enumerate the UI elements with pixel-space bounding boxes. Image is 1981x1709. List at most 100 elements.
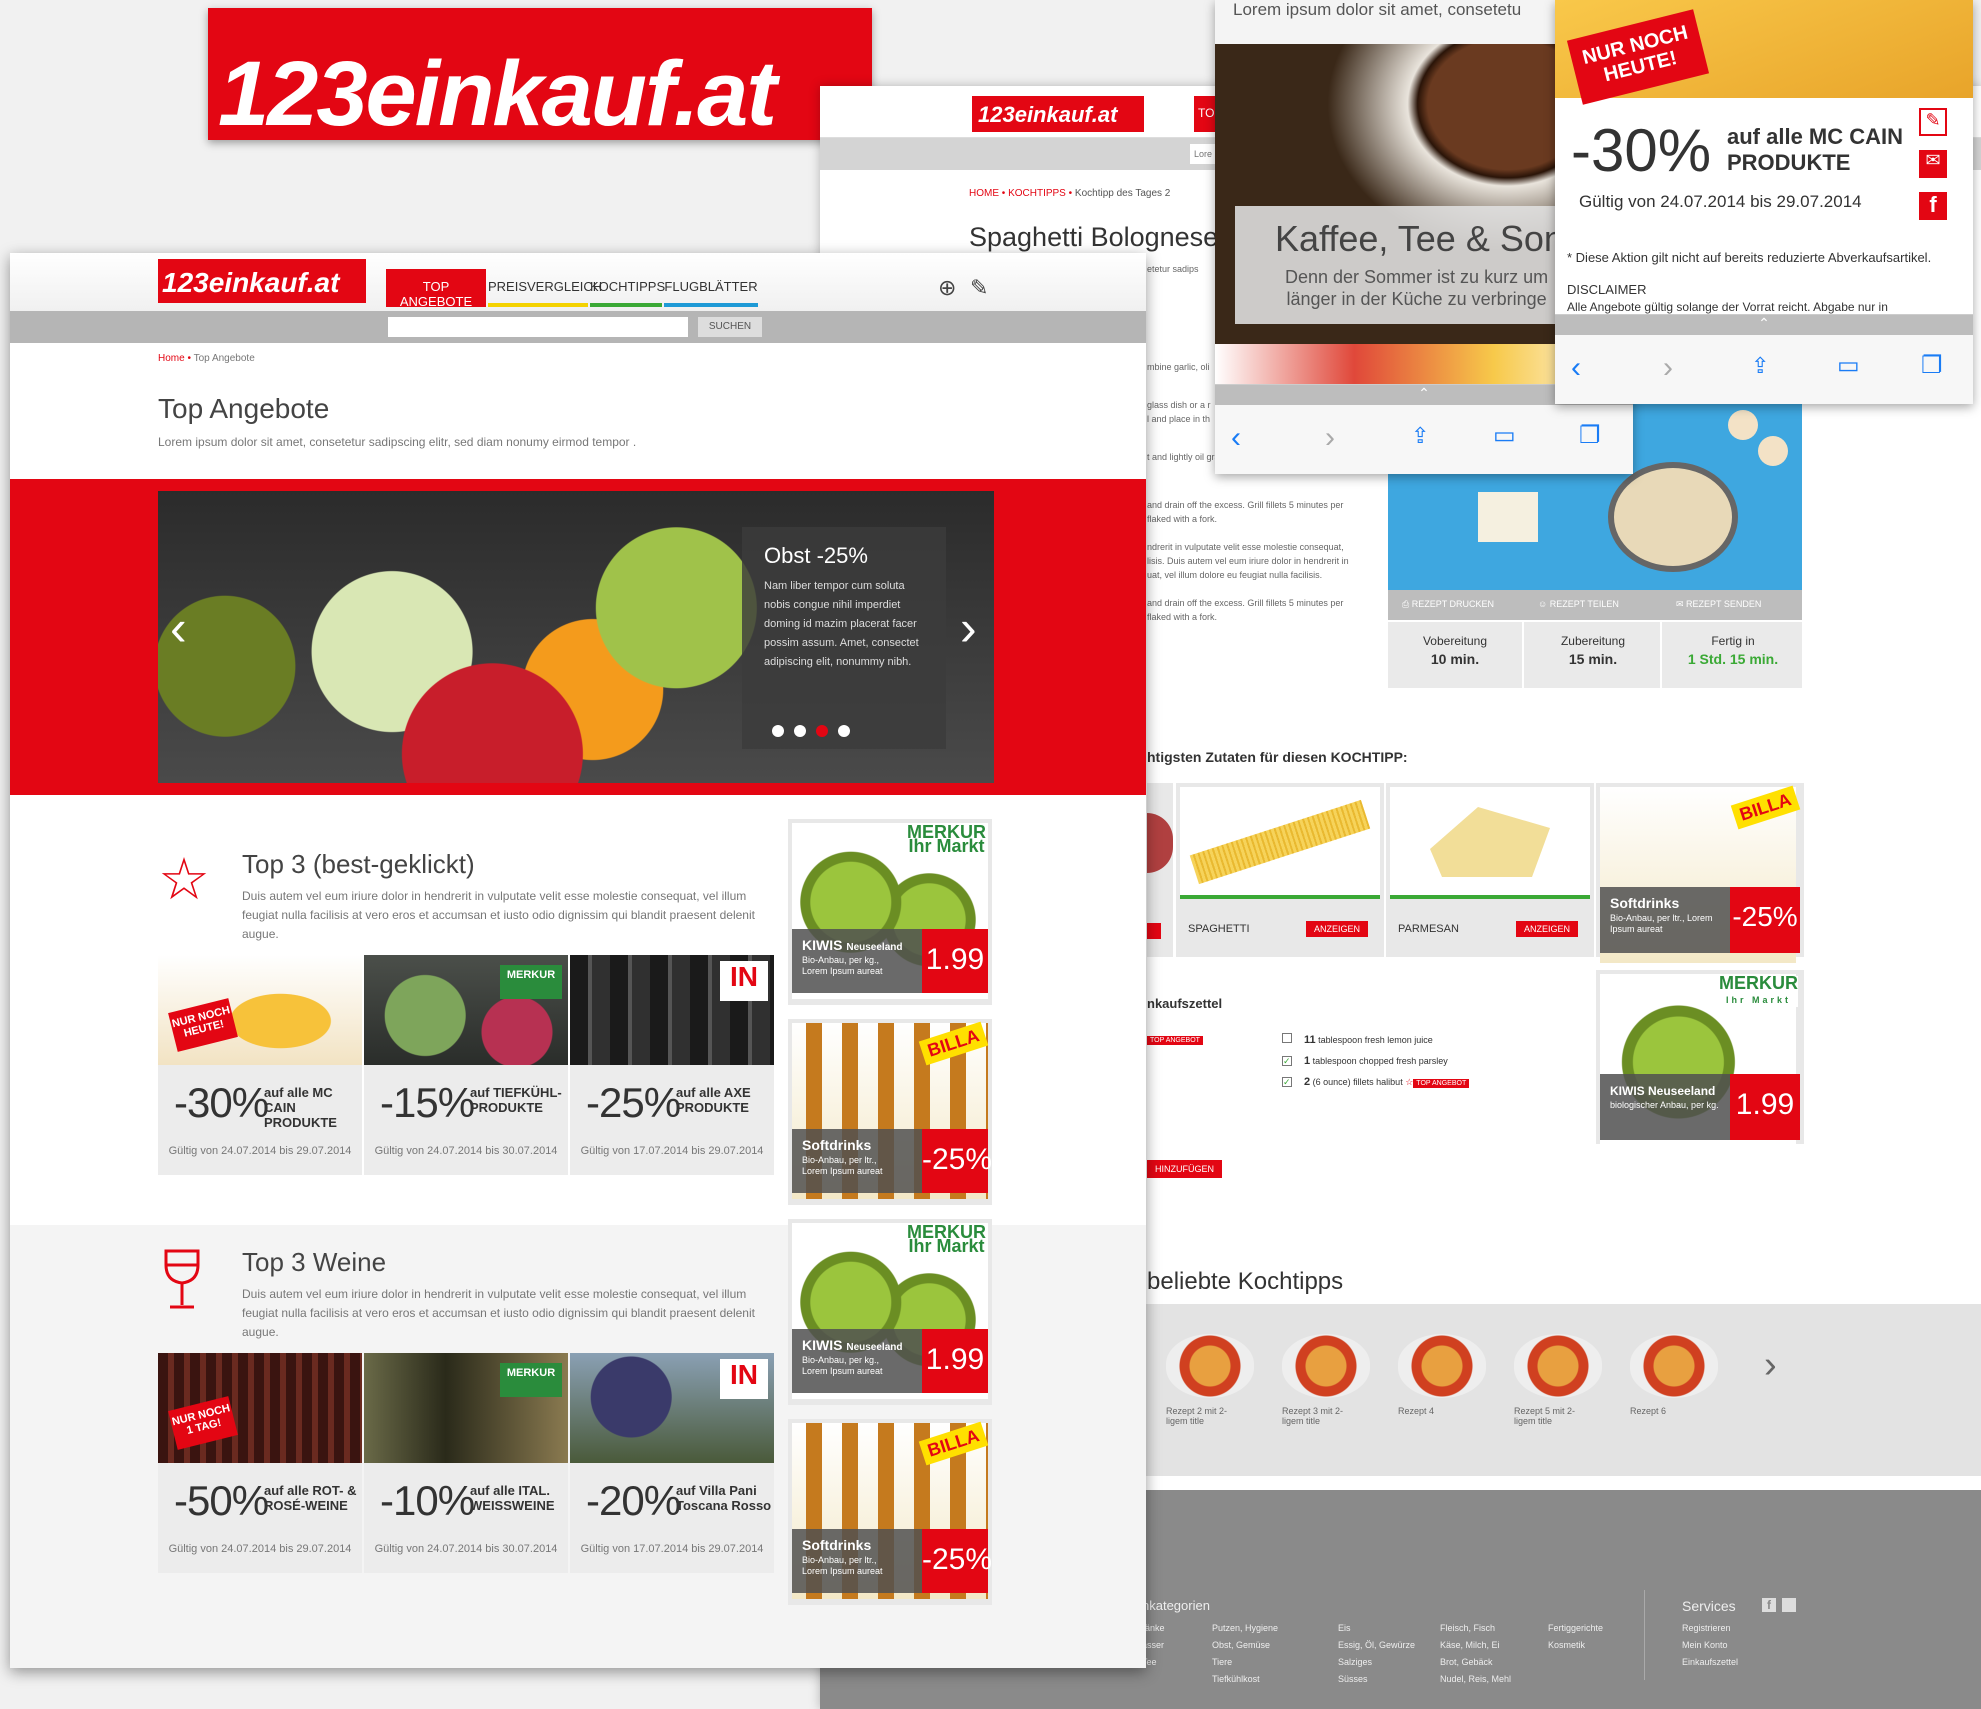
recipe-card[interactable]: Rezept 4: [1398, 1334, 1486, 1444]
promo-card[interactable]: MERKUR -15% auf TIEFKÜHL- PRODUKTE Gülti…: [364, 955, 568, 1175]
item-qty: 11: [1304, 1034, 1316, 1046]
slider-dot[interactable]: [838, 725, 850, 737]
facebook-icon[interactable]: f: [1762, 1598, 1776, 1612]
interspar-badge: IN: [720, 1359, 768, 1399]
recipe-title: Rezept 2 mit 2- ligem title: [1166, 1406, 1228, 1426]
promo-percent: -25%: [586, 1079, 681, 1126]
ad-softdrinks[interactable]: BILLA Softdrinks Bio-Anbau, per ltr., Lor…: [788, 1419, 992, 1605]
back-icon[interactable]: ‹: [1571, 353, 1581, 383]
crumb-kochtipps[interactable]: KOCHTIPPS: [1008, 188, 1066, 199]
carousel-next-icon[interactable]: ›: [1764, 1344, 1777, 1387]
checkbox[interactable]: ✓: [1282, 1056, 1292, 1066]
tabs-icon[interactable]: ❐: [1921, 351, 1943, 381]
ingredient-card-spaghetti[interactable]: SPAGHETTI ANZEIGEN: [1176, 783, 1384, 957]
toolbar-handle[interactable]: ⌃: [1555, 315, 1973, 335]
time-label: Vobereitung: [1422, 634, 1488, 648]
crumb-home[interactable]: Home: [158, 353, 185, 364]
search-button[interactable]: SUCHEN: [698, 317, 762, 337]
back-icon[interactable]: ‹: [1231, 423, 1241, 453]
twitter-icon[interactable]: [1782, 1598, 1796, 1612]
ad-kiwis[interactable]: MERKUR Ihr Markt KIWIS Neuseeland Bio-Anb…: [788, 819, 992, 1005]
back-logo[interactable]: 123einkauf.at: [972, 96, 1144, 132]
weine-title: Top 3 Weine: [242, 1247, 387, 1277]
crumb-current: Top Angebote: [193, 353, 255, 364]
search-input[interactable]: [388, 317, 688, 337]
ad-sub: Bio-Anbau, per kg., Lorem Ipsum aureat: [802, 1355, 883, 1376]
slider-next-icon[interactable]: ›: [960, 599, 977, 657]
merkur-badge: MERKUR Ihr Markt: [907, 822, 986, 856]
checkbox[interactable]: ✓: [1282, 1077, 1292, 1087]
promo-valid: Gültig von 24.07.2014 bis 29.07.2014: [168, 1145, 352, 1157]
promo-card[interactable]: NUR NOCH 1 TAG! -50% auf alle ROT- & ROS…: [158, 1353, 362, 1573]
footer-col[interactable]: Putzen, Hygiene Obst, Gemüse Tiere Tiefk…: [1212, 1620, 1278, 1688]
recipe-card[interactable]: Rezept 2 mit 2- ligem title: [1166, 1334, 1254, 1444]
ad-kiwis[interactable]: MERKUR Ihr Markt KIWIS Neuseeland Bio-Anb…: [788, 1219, 992, 1405]
promo-card[interactable]: MERKUR -10% auf alle ITAL. WEISSWEINE Gü…: [364, 1353, 568, 1573]
footer-col[interactable]: Fleisch, Fisch Käse, Milch, Ei Brot, Geb…: [1440, 1620, 1511, 1688]
recipe-card[interactable]: Rezept 3 mit 2- ligem title: [1282, 1334, 1370, 1444]
time-label: Zubereitung: [1560, 634, 1626, 648]
print-label: REZEPT DRUCKEN: [1411, 599, 1495, 609]
ad-softdrinks[interactable]: BILLA Softdrinks Bio-Anbau, per ltr., Lor…: [1596, 783, 1804, 963]
recipe-card[interactable]: Rezept 6: [1630, 1334, 1718, 1444]
forward-icon[interactable]: ›: [1663, 353, 1673, 383]
globe-icon[interactable]: ⊕: [938, 275, 956, 301]
footer-col[interactable]: Eis Essig, Öl, Gewürze Salziges Süsses: [1338, 1620, 1415, 1688]
nav-top-angebote[interactable]: TOP ANGEBOTE: [386, 269, 486, 309]
promo-desc: auf TIEFKÜHL- PRODUKTE: [470, 1085, 562, 1115]
show-ingredient-button[interactable]: ANZEIGEN: [1516, 921, 1579, 937]
ingredient-card-parmesan[interactable]: PARMESAN ANZEIGEN: [1386, 783, 1594, 957]
logo[interactable]: 123einkauf.at: [158, 259, 366, 303]
promo-card[interactable]: NUR NOCH HEUTE! -30% auf alle MC CAIN PR…: [158, 955, 362, 1175]
nav-flugblaetter[interactable]: FLUGBLÄTTER: [664, 269, 758, 307]
shopping-item[interactable]: 11 tablespoon fresh lemon juice: [1282, 1030, 1469, 1051]
shopping-item[interactable]: ✓ 1 tablespoon chopped fresh parsley: [1282, 1051, 1469, 1072]
forward-icon[interactable]: ›: [1325, 423, 1335, 453]
ad-price: 1.99: [922, 1329, 988, 1393]
crumb-home[interactable]: HOME: [969, 188, 999, 199]
top-angebote-page: 123einkauf.at TOP ANGEBOTE PREISVERGLEIC…: [10, 253, 1146, 1668]
facebook-icon[interactable]: f: [1919, 192, 1947, 220]
ad-softdrinks[interactable]: BILLA Softdrinks Bio-Anbau, per ltr., Lor…: [788, 1019, 992, 1205]
recipe-thumb: [1630, 1334, 1718, 1398]
promo-card[interactable]: IN -25% auf alle AXE PRODUKTE Gültig von…: [570, 955, 774, 1175]
slider-dot-active[interactable]: [816, 725, 828, 737]
tabs-icon[interactable]: ❐: [1579, 421, 1601, 451]
share-icon[interactable]: ⇪: [1411, 421, 1429, 451]
slider-caption: Obst -25% Nam liber tempor cum soluta no…: [742, 527, 946, 749]
mail-icon[interactable]: ✉: [1919, 150, 1947, 178]
back-logo-text: 123einkauf.at: [978, 102, 1118, 127]
services-links[interactable]: Registrieren Mein Konto Einkaufszettel: [1682, 1620, 1738, 1671]
edit-icon[interactable]: ✎: [1919, 108, 1947, 136]
checkbox[interactable]: [1282, 1033, 1292, 1043]
add-to-list-button[interactable]: HINZUFÜGEN: [1147, 1160, 1222, 1178]
recipe-times: Vobereitung 10 min. Zubereitung 15 min. Fe…: [1388, 622, 1802, 688]
promo-desc: auf alle MC CAIN PRODUKTE: [264, 1085, 337, 1130]
nav-preisvergleich[interactable]: PREISVERGLEICH: [488, 269, 602, 307]
recipe-card[interactable]: Rezept 5 mit 2- ligem title: [1514, 1334, 1602, 1444]
send-recipe-button[interactable]: ✉ REZEPT SENDEN: [1676, 599, 1761, 610]
footer-col[interactable]: Fertiggerichte Kosmetik: [1548, 1620, 1603, 1654]
crumb-current: Kochtipp des Tages 2: [1074, 188, 1171, 199]
bookmarks-icon[interactable]: ▭: [1493, 421, 1516, 451]
promo-card[interactable]: IN -20% auf Villa Pani Toscana Rosso Gül…: [570, 1353, 774, 1573]
promo-valid: Gültig von 24.07.2014 bis 30.07.2014: [374, 1543, 558, 1555]
slider-dot[interactable]: [772, 725, 784, 737]
bookmarks-icon[interactable]: ▭: [1837, 351, 1860, 381]
shopping-item[interactable]: ✓ 2 (6 ounce) fillets halibut ☆ TOP ANGEBO…: [1282, 1072, 1470, 1094]
merkur-badge: MERKUR Ihr Markt: [1719, 973, 1798, 1007]
ad-kiwis[interactable]: MERKUR Ihr Markt KIWIS Neuseeland biologis…: [1596, 970, 1804, 1150]
edit-icon[interactable]: ✎: [970, 275, 988, 301]
step-line: uat, vel illum dolore eu feugiat nulla f…: [1147, 570, 1323, 580]
promo-desc: auf Villa Pani Toscana Rosso: [676, 1483, 772, 1513]
slider-dots: [772, 725, 850, 737]
print-recipe-button[interactable]: ⎙ REZEPT DRUCKEN: [1402, 599, 1494, 610]
slider-prev-icon[interactable]: ‹: [170, 599, 187, 657]
share-recipe-button[interactable]: ☺ REZEPT TEILEN: [1538, 599, 1619, 609]
promo-percent: -30%: [174, 1079, 269, 1126]
nav-kochtipps[interactable]: KOCHTIPPS: [590, 269, 665, 307]
share-icon[interactable]: ⇪: [1751, 351, 1769, 381]
show-ingredient-button[interactable]: ANZEIGEN: [1306, 921, 1369, 937]
categories-heading: nkategorien: [1142, 1598, 1210, 1613]
slider-dot[interactable]: [794, 725, 806, 737]
